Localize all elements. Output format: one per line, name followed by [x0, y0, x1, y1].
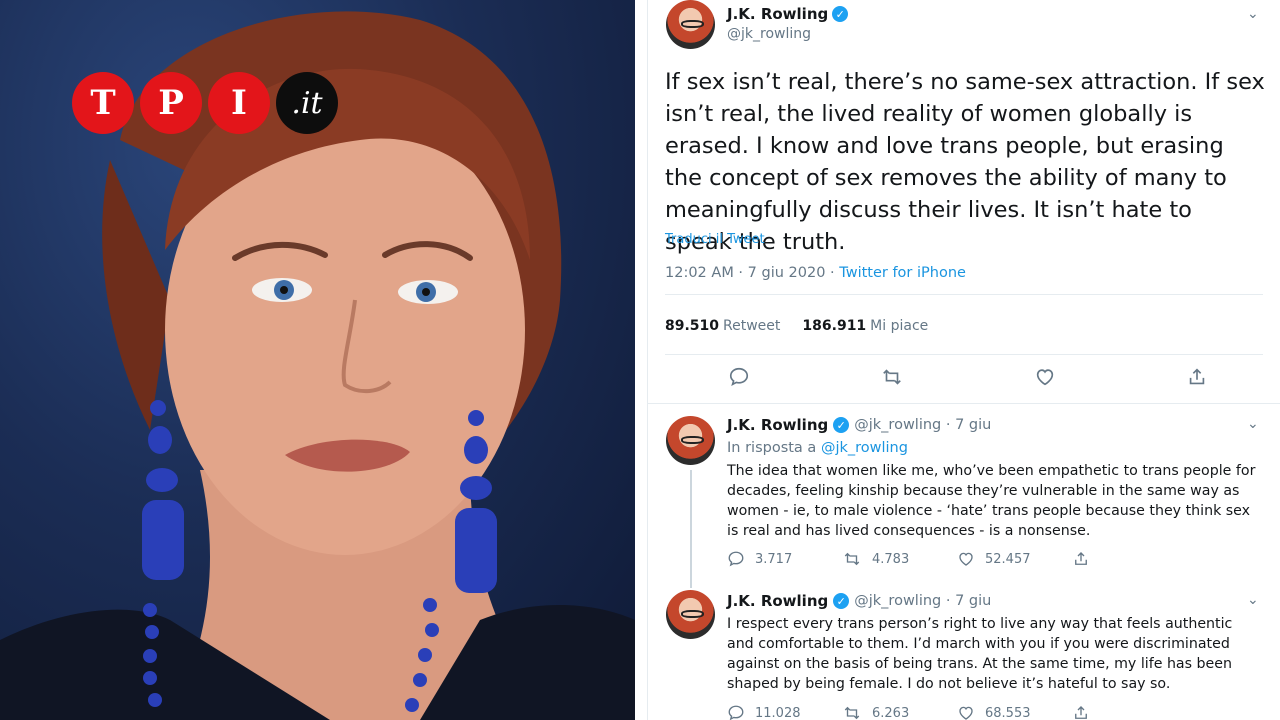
reply-icon[interactable]	[728, 366, 750, 393]
main-tweet: J.K. Rowling ✓ @jk_rowling ⌄ If sex isn’…	[648, 0, 1280, 404]
logo-letter-p: P	[140, 72, 202, 134]
panel-divider	[635, 0, 647, 720]
retweet-action[interactable]: 6.263	[842, 704, 957, 720]
tpi-logo: T P I .it	[72, 72, 338, 134]
share-icon[interactable]	[1186, 366, 1208, 393]
divider	[665, 294, 1263, 295]
like-count: 52.457	[985, 551, 1031, 567]
reply-tweet[interactable]: J.K. Rowling ✓ @jk_rowling · 7 giu ⌄ In …	[648, 404, 1280, 588]
retweet-count: 89.510	[665, 318, 720, 334]
author-name[interactable]: J.K. Rowling	[727, 416, 828, 434]
chevron-down-icon[interactable]: ⌄	[1247, 416, 1259, 432]
in-reply-prefix: In risposta a	[727, 440, 821, 456]
retweet-action[interactable]: 4.783	[842, 550, 957, 568]
retweet-count: 4.783	[872, 551, 910, 567]
reply-count: 11.028	[755, 705, 801, 720]
avatar[interactable]	[666, 590, 715, 639]
avatar[interactable]	[666, 0, 715, 49]
verified-badge-icon: ✓	[832, 6, 849, 22]
retweet-label: Retweet	[723, 318, 781, 334]
like-label: Mi piace	[870, 318, 929, 334]
in-reply-handle-link[interactable]: @jk_rowling	[821, 440, 908, 456]
verified-badge-icon: ✓	[833, 417, 850, 433]
verified-badge-icon: ✓	[833, 593, 850, 609]
reply-text: The idea that women like me, who’ve been…	[727, 463, 1256, 539]
like-count: 68.553	[985, 705, 1031, 720]
in-reply-to: In risposta a @jk_rowling	[727, 440, 908, 456]
reply-icon	[728, 705, 744, 720]
reply-actions: 3.717 4.783 52.457	[727, 550, 1187, 568]
reply-tweet[interactable]: J.K. Rowling ✓ @jk_rowling · 7 giu ⌄ I r…	[648, 580, 1280, 720]
retweet-count: 6.263	[872, 705, 910, 720]
author-name[interactable]: J.K. Rowling	[727, 592, 828, 610]
reply-header: J.K. Rowling ✓ @jk_rowling · 7 giu	[727, 416, 991, 434]
author-name-row[interactable]: J.K. Rowling ✓	[727, 5, 849, 23]
like-action[interactable]: 52.457	[957, 550, 1072, 568]
reply-icon	[728, 551, 744, 567]
reply-header: J.K. Rowling ✓ @jk_rowling · 7 giu	[727, 592, 991, 610]
reply-action[interactable]: 11.028	[727, 704, 842, 720]
retweet-icon[interactable]	[880, 366, 904, 393]
logo-letter-i: I	[208, 72, 270, 134]
tweet-panel: J.K. Rowling ✓ @jk_rowling ⌄ If sex isn’…	[647, 0, 1280, 720]
translate-link[interactable]: Traduci il Tweet	[665, 232, 765, 247]
retweet-icon	[844, 706, 860, 720]
tweet-text: If sex isn’t real, there’s no same-sex a…	[665, 69, 1265, 255]
share-icon	[1075, 552, 1087, 565]
thread-line	[690, 470, 692, 588]
heart-icon	[959, 706, 973, 720]
author-handle[interactable]: @jk_rowling	[727, 26, 811, 42]
reply-action[interactable]: 3.717	[727, 550, 842, 568]
share-action[interactable]	[1072, 550, 1187, 568]
chevron-down-icon[interactable]: ⌄	[1247, 592, 1259, 608]
reply-count: 3.717	[755, 551, 793, 567]
tweet-timestamp: 12:02 AM · 7 giu 2020 · Twitter for iPho…	[665, 265, 966, 281]
retweet-icon	[844, 552, 860, 566]
portrait-photo: T P I .it	[0, 0, 635, 720]
chevron-down-icon[interactable]: ⌄	[1247, 6, 1259, 22]
retweet-stat[interactable]: 89.510 Retweet	[665, 318, 780, 334]
share-action[interactable]	[1072, 704, 1187, 720]
logo-letter-t: T	[72, 72, 134, 134]
logo-suffix: .it	[276, 72, 338, 134]
author-name[interactable]: J.K. Rowling	[727, 5, 828, 23]
source-link[interactable]: Twitter for iPhone	[839, 265, 966, 281]
like-count: 186.911	[802, 318, 867, 334]
tweet-stats: 89.510 Retweet 186.911 Mi piace	[665, 318, 928, 334]
share-icon	[1075, 706, 1087, 719]
heart-icon[interactable]	[1034, 366, 1056, 393]
divider	[665, 354, 1263, 355]
tweet-actions	[728, 366, 1208, 393]
reply-text: I respect every trans person’s right to …	[727, 616, 1233, 692]
like-stat[interactable]: 186.911 Mi piace	[802, 318, 928, 334]
like-action[interactable]: 68.553	[957, 704, 1072, 720]
reply-actions: 11.028 6.263 68.553	[727, 704, 1187, 720]
handle-date[interactable]: @jk_rowling · 7 giu	[854, 593, 991, 609]
avatar[interactable]	[666, 416, 715, 465]
handle-date[interactable]: @jk_rowling · 7 giu	[854, 417, 991, 433]
heart-icon	[959, 552, 973, 566]
timestamp-text[interactable]: 12:02 AM · 7 giu 2020 ·	[665, 265, 839, 281]
